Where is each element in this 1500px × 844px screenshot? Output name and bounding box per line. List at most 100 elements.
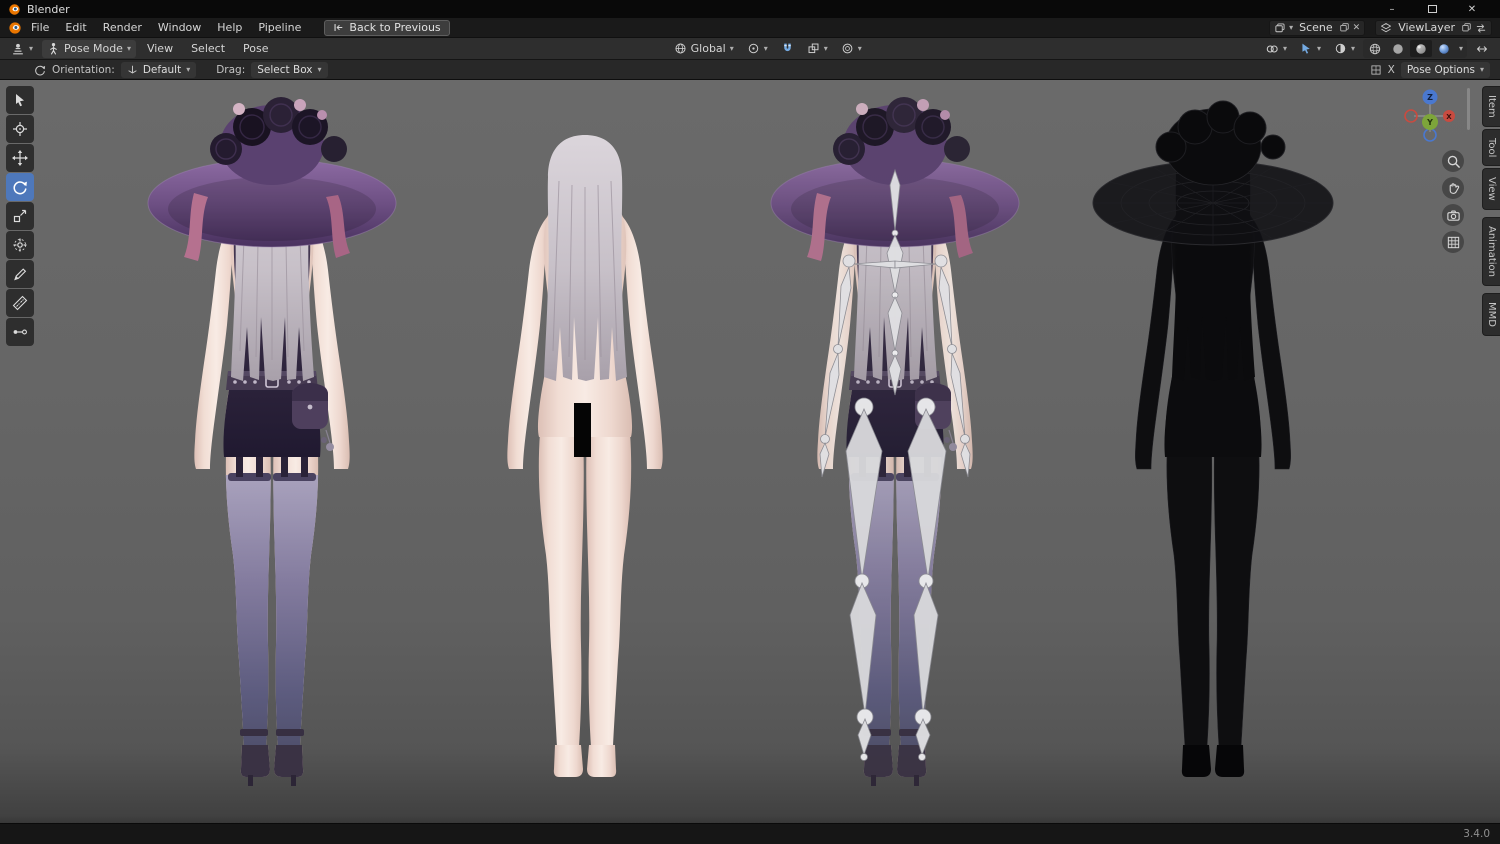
pose-options-cluster: X Pose Options ▾ (1370, 61, 1490, 78)
proportional-editing[interactable]: ▾ (836, 40, 867, 58)
pose-options-dropdown[interactable]: Pose Options ▾ (1400, 61, 1490, 78)
tweak-tool-button[interactable] (6, 86, 34, 114)
rotate-tool-button[interactable] (6, 173, 34, 201)
shading-material-button[interactable] (1409, 40, 1432, 57)
ortho-toggle-button[interactable] (1442, 231, 1464, 253)
editor-type-button[interactable]: ▾ (6, 40, 38, 58)
pan-button[interactable] (1442, 177, 1464, 199)
cursor-tool-button[interactable] (6, 115, 34, 143)
mode-selector[interactable]: Pose Mode ▾ (42, 39, 136, 58)
maximize-button[interactable] (1412, 0, 1452, 18)
model-base-body[interactable] (507, 135, 663, 777)
snap-toggle[interactable] (776, 40, 799, 58)
chevron-down-icon: ▾ (1316, 43, 1321, 53)
menu-render[interactable]: Render (96, 18, 149, 37)
axis-x-negative[interactable] (1404, 109, 1418, 123)
orientation-value: Global (690, 42, 726, 55)
chevron-down-icon: ▾ (186, 64, 191, 74)
xray-toggle[interactable]: ▾ (1295, 40, 1326, 58)
menu-pipeline[interactable]: Pipeline (251, 18, 308, 37)
new-scene-icon[interactable] (1339, 22, 1350, 33)
tab-view[interactable]: View (1482, 168, 1500, 210)
drag-dropdown[interactable]: Select Box ▾ (251, 61, 328, 78)
back-to-previous-button[interactable]: Back to Previous (324, 19, 450, 36)
gizmos-dropdown[interactable]: ▾ (1260, 40, 1292, 58)
window-title: Blender (27, 2, 70, 16)
viewport-editor-icon (13, 43, 23, 54)
annotate-tool-icon (14, 268, 27, 281)
active-tool-icon (35, 65, 46, 75)
shading-rendered-button[interactable] (1433, 40, 1455, 57)
scene-browse-icon[interactable] (1274, 22, 1286, 34)
shading-wireframe-icon (1369, 43, 1381, 54)
menu-window[interactable]: Window (151, 18, 208, 37)
minimize-button[interactable]: – (1372, 0, 1412, 18)
tab-animation[interactable]: Animation (1482, 216, 1500, 286)
orientation-selector[interactable]: Global ▾ (669, 40, 739, 58)
shading-solid-button[interactable] (1387, 40, 1409, 57)
blender-window: Blender – ✕ File Edit Render Window Help… (0, 0, 1500, 844)
orientation-label: Orientation: (52, 63, 115, 76)
witch-hat[interactable] (147, 96, 397, 262)
blender-logo-icon[interactable] (8, 21, 22, 35)
model-posed-armature[interactable] (770, 96, 1020, 786)
close-button[interactable]: ✕ (1452, 0, 1492, 18)
axis-z-positive[interactable]: Z (1422, 89, 1438, 105)
viewport-scrollbar[interactable] (1467, 88, 1470, 130)
measure-tool-button[interactable] (6, 289, 34, 317)
x-mirror-label[interactable]: X (1388, 64, 1395, 76)
new-viewlayer-icon[interactable] (1461, 22, 1472, 33)
axis-x-positive[interactable]: X (1443, 110, 1455, 122)
snap-settings[interactable]: ▾ (802, 40, 833, 58)
transform-tool-button[interactable] (6, 231, 34, 259)
menu-select[interactable]: Select (184, 42, 232, 55)
navigation-gizmo[interactable]: Z X Y (1402, 88, 1458, 144)
scale-tool-button[interactable] (6, 202, 34, 230)
top-menubar: File Edit Render Window Help Pipeline Ba… (0, 18, 1500, 38)
model-wireframe-character[interactable] (1092, 100, 1334, 777)
menu-edit[interactable]: Edit (58, 18, 93, 37)
pivot-point-selector[interactable]: ▾ (742, 40, 773, 58)
axis-z-negative[interactable] (1423, 128, 1437, 142)
shading-material-icon (1416, 43, 1426, 54)
menu-pose[interactable]: Pose (236, 42, 275, 55)
viewport-header: ▾ Pose Mode ▾ View Select Pose Global ▾ (0, 38, 1500, 60)
tab-item[interactable]: Item (1482, 86, 1500, 127)
viewlayer-icon (1381, 22, 1392, 32)
pose-breakdowner-tool-button[interactable] (6, 318, 34, 346)
censor-bar (574, 403, 591, 457)
shading-solid-icon (1393, 43, 1403, 54)
header-overflow-button[interactable] (1470, 40, 1494, 58)
move-tool-button[interactable] (6, 144, 34, 172)
hair[interactable] (544, 135, 627, 381)
tab-tool[interactable]: Tool (1482, 128, 1500, 167)
pan-hand-icon (1449, 182, 1459, 194)
annotate-tool-button[interactable] (6, 260, 34, 288)
swap-arrows-icon[interactable] (1475, 22, 1487, 34)
axis-y-positive[interactable]: Y (1422, 114, 1438, 130)
chevron-down-icon: ▾ (1458, 43, 1463, 53)
chevron-down-icon: ▾ (1350, 43, 1355, 53)
shading-wireframe-button[interactable] (1364, 40, 1386, 57)
camera-view-button[interactable] (1442, 204, 1464, 226)
chevron-down-icon: ▾ (823, 43, 828, 53)
viewlayer-selector[interactable]: ViewLayer (1375, 19, 1492, 36)
3d-viewport[interactable]: Z X Y Item Tool View Animation MMD (0, 80, 1500, 823)
unlink-scene-button[interactable]: ✕ (1353, 23, 1361, 33)
wireframe-hat[interactable] (1092, 100, 1334, 246)
orientation-dropdown[interactable]: Default ▾ (120, 61, 197, 78)
breakdowner-tool-icon (13, 329, 27, 335)
pose-mode-icon (50, 43, 57, 55)
transform-snap-cluster: Global ▾ ▾ ▾ ▾ (669, 40, 867, 58)
menu-view[interactable]: View (140, 42, 180, 55)
gizmos-icon (1266, 44, 1278, 53)
viewlayer-name: ViewLayer (1398, 21, 1455, 34)
overlays-dropdown[interactable]: ▾ (1329, 40, 1360, 58)
menu-file[interactable]: File (24, 18, 56, 37)
menu-help[interactable]: Help (210, 18, 249, 37)
tab-mmd[interactable]: MMD (1482, 292, 1500, 336)
zoom-button[interactable] (1442, 150, 1464, 172)
scene-selector[interactable]: ▾ Scene ✕ (1269, 19, 1366, 36)
axis-y-label: Y (1426, 118, 1433, 127)
model-dressed-character[interactable] (147, 96, 397, 786)
